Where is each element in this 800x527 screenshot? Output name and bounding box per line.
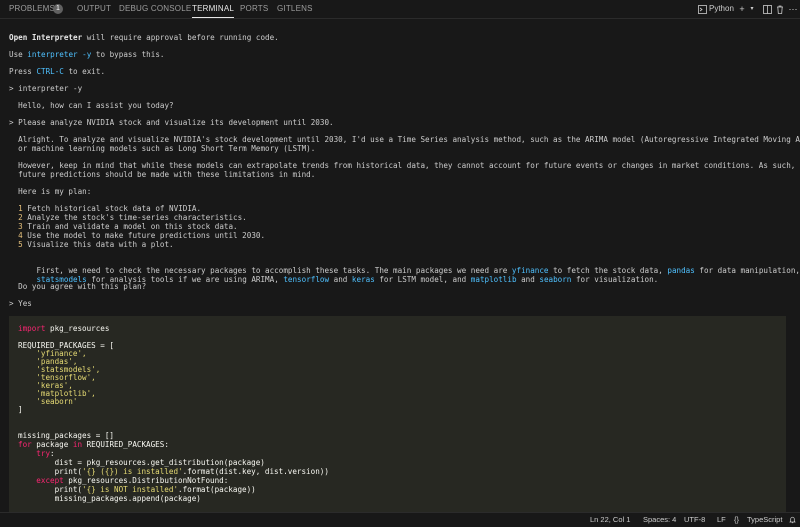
user-prompt: > Please analyze NVIDIA stock and visual…	[9, 118, 334, 127]
agree-question: Do you agree with this plan?	[9, 282, 147, 291]
terminal-icon	[697, 0, 707, 18]
code-line: 'seaborn'	[36, 397, 78, 406]
bell-icon[interactable]	[789, 513, 796, 527]
tab-output[interactable]: OUTPUT	[77, 0, 111, 18]
plan-item: 5 Visualize this data with a plot.	[18, 240, 174, 249]
terminal-shell-name[interactable]: Python	[709, 0, 734, 18]
tab-debug-console[interactable]: DEBUG CONSOLE	[119, 0, 191, 18]
command-line: > interpreter -y	[9, 84, 83, 93]
braces-icon: {}	[734, 515, 740, 524]
code-line: import pkg_resources	[18, 324, 110, 333]
indentation[interactable]: Spaces: 4	[643, 513, 676, 527]
tab-problems[interactable]: PROBLEMS	[9, 0, 55, 18]
approval-notice: Open Interpreter will require approval b…	[9, 33, 279, 42]
packages-line2: statsmodels for analysis tools if we are…	[36, 275, 659, 284]
end-of-line[interactable]: LF	[717, 513, 726, 527]
code-line: missing_packages.append(package)	[54, 494, 201, 503]
chevron-down-icon[interactable]: ▾	[748, 0, 756, 18]
panel-tab-bar: PROBLEMS 1 OUTPUT DEBUG CONSOLE TERMINAL…	[0, 0, 800, 18]
problems-count-badge: 1	[53, 4, 63, 14]
trash-icon[interactable]	[775, 0, 785, 18]
status-bar: Ln 22, Col 1 Spaces: 4 UTF-8 LF {} TypeS…	[0, 512, 800, 527]
tab-gitlens[interactable]: GITLENS	[277, 0, 313, 18]
response-para1-line2: or machine learning models such as Long …	[9, 144, 316, 153]
encoding[interactable]: UTF-8	[684, 513, 705, 527]
assistant-greeting: Hello, how can I assist you today?	[9, 101, 174, 110]
exit-hint: Press CTRL-C to exit.	[9, 67, 106, 76]
tab-terminal[interactable]: TERMINAL	[192, 0, 235, 18]
split-icon[interactable]	[762, 0, 772, 18]
tab-ports[interactable]: PORTS	[240, 0, 268, 18]
terminal-output[interactable]: Open Interpreter will require approval b…	[0, 19, 800, 512]
bypass-hint: Use interpreter -y to bypass this.	[9, 50, 165, 59]
ellipsis-icon[interactable]: ⋯	[788, 0, 798, 18]
code-line: ]	[18, 405, 23, 414]
user-reply: > Yes	[9, 299, 32, 308]
plan-header: Here is my plan:	[9, 187, 92, 196]
response-para2-line2: future predictions should be made with t…	[9, 170, 316, 179]
language-mode[interactable]: TypeScript	[747, 513, 782, 527]
plus-icon[interactable]: +	[737, 0, 747, 18]
cursor-position[interactable]: Ln 22, Col 1	[590, 513, 630, 527]
code-block: import pkg_resources REQUIRED_PACKAGES =…	[9, 316, 786, 512]
